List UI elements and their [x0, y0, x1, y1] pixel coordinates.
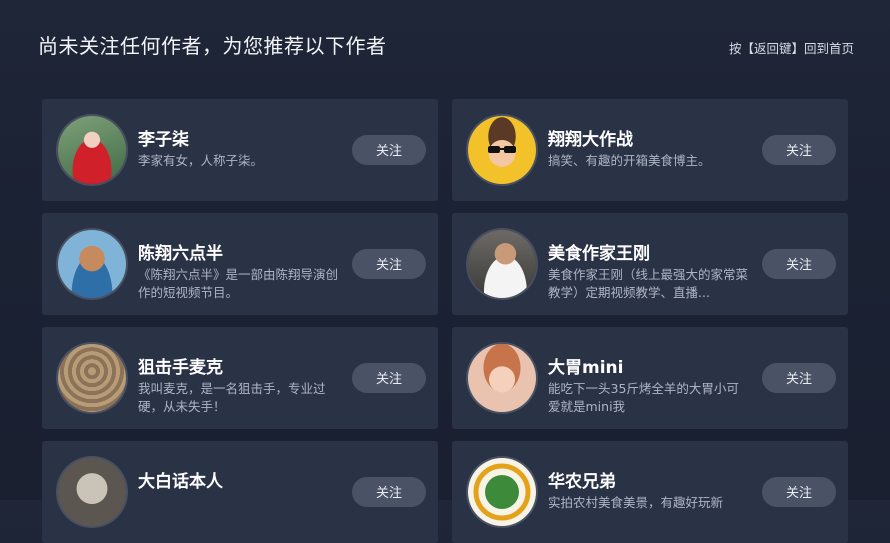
author-desc: 美食作家王刚（线上最强大的家常菜教学）定期视频教学、直播... — [548, 267, 748, 300]
page-title: 尚未关注任何作者，为您推荐以下作者 — [38, 34, 387, 58]
follow-button[interactable]: 关注 — [762, 477, 836, 507]
follow-button[interactable]: 关注 — [352, 135, 426, 165]
back-hint: 按【返回键】回到首页 — [728, 41, 854, 56]
author-name: 美食作家王刚 — [548, 244, 650, 264]
follow-button[interactable]: 关注 — [352, 363, 426, 393]
author-avatar — [58, 458, 126, 526]
author-card[interactable]: 狙击手麦克 我叫麦克，是一名狙击手，专业过硬，从未失手！ 关注 — [42, 327, 438, 429]
author-card[interactable]: 华农兄弟 实拍农村美食美景，有趣好玩新 关注 — [452, 441, 848, 543]
author-desc: 《陈翔六点半》是一部由陈翔导演创作的短视频节目。 — [138, 267, 338, 300]
author-desc: 搞笑、有趣的开箱美食博主。 — [548, 153, 711, 168]
logo-icon — [473, 463, 531, 521]
author-avatar — [58, 344, 126, 412]
author-desc: 李家有女，人称子柒。 — [138, 153, 264, 168]
author-card[interactable]: 陈翔六点半 《陈翔六点半》是一部由陈翔导演创作的短视频节目。 关注 — [42, 213, 438, 315]
author-card[interactable]: 大胃mini 能吃下一头35斤烤全羊的大胃小可爱就是mini我 关注 — [452, 327, 848, 429]
author-card[interactable]: 美食作家王刚 美食作家王刚（线上最强大的家常菜教学）定期视频教学、直播... 关… — [452, 213, 848, 315]
sunglasses-icon — [488, 146, 516, 153]
follow-button[interactable]: 关注 — [762, 249, 836, 279]
author-name: 大白话本人 — [138, 472, 223, 492]
follow-button[interactable]: 关注 — [762, 363, 836, 393]
page-header: 尚未关注任何作者，为您推荐以下作者 按【返回键】回到首页 — [0, 0, 890, 90]
follow-button[interactable]: 关注 — [352, 249, 426, 279]
author-name: 李子柒 — [138, 130, 189, 150]
author-avatar — [58, 116, 126, 184]
follow-button[interactable]: 关注 — [352, 477, 426, 507]
author-card[interactable]: 李子柒 李家有女，人称子柒。 关注 — [42, 99, 438, 201]
author-name: 翔翔大作战 — [548, 130, 633, 150]
author-avatar — [468, 116, 536, 184]
author-avatar — [468, 230, 536, 298]
author-avatar — [468, 458, 536, 526]
author-name: 狙击手麦克 — [138, 358, 223, 378]
author-card[interactable]: 翔翔大作战 搞笑、有趣的开箱美食博主。 关注 — [452, 99, 848, 201]
author-avatar — [58, 230, 126, 298]
author-card[interactable]: 大白话本人 关注 — [42, 441, 438, 543]
follow-button[interactable]: 关注 — [762, 135, 836, 165]
author-desc: 我叫麦克，是一名狙击手，专业过硬，从未失手！ — [138, 381, 326, 414]
author-avatar — [468, 344, 536, 412]
author-desc: 实拍农村美食美景，有趣好玩新 — [548, 495, 724, 510]
author-desc: 能吃下一头35斤烤全羊的大胃小可爱就是mini我 — [548, 381, 739, 414]
author-name: 陈翔六点半 — [138, 244, 223, 264]
author-name: 华农兄弟 — [548, 472, 616, 492]
author-name: 大胃mini — [548, 358, 624, 378]
